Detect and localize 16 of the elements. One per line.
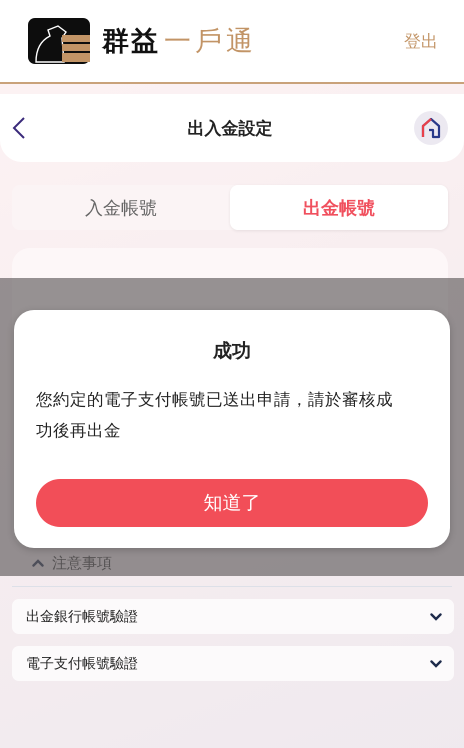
home-icon <box>420 117 442 139</box>
logout-link[interactable]: 登出 <box>404 30 438 52</box>
dialog-title: 成功 <box>212 339 252 364</box>
confirm-button[interactable]: 知道了 <box>36 479 428 527</box>
accordion-header[interactable]: 出金銀行帳號驗證 <box>12 599 454 634</box>
logo-icon <box>28 18 90 64</box>
brand-tagline: 一戶通 <box>164 25 257 59</box>
tab[interactable]: 入金帳號 <box>12 185 230 230</box>
dialog-message: 您約定的電子支付帳號已送出申請，請於審核成功後再出金 <box>36 389 394 442</box>
tab[interactable]: 出金帳號 <box>230 185 448 230</box>
back-icon <box>12 116 26 140</box>
page-title: 出入金設定 <box>186 118 274 140</box>
home-button[interactable] <box>414 111 448 145</box>
brand-name: 群益 <box>102 25 160 59</box>
notes-toggle[interactable]: 注意事項 <box>32 552 112 574</box>
accordion-header[interactable]: 電子支付帳號驗證 <box>12 646 454 681</box>
